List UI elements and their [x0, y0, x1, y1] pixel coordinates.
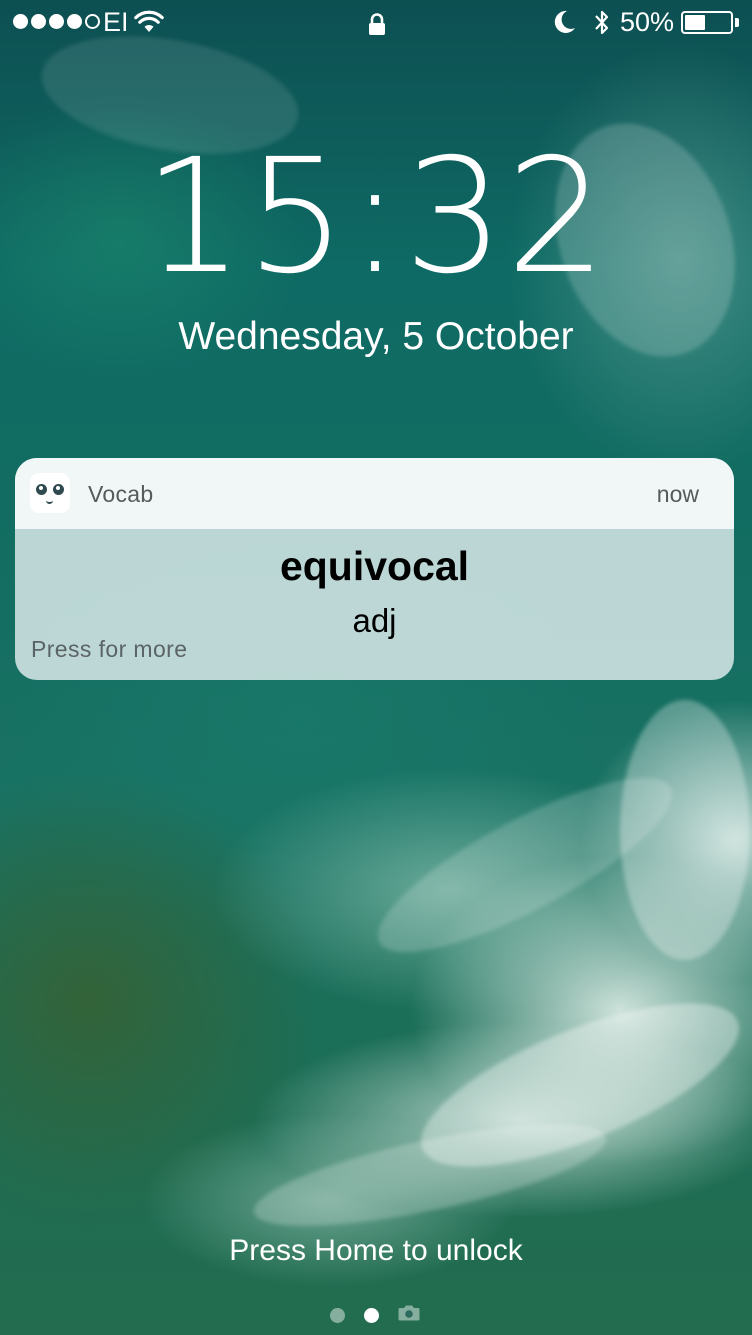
notification-body: adj [352, 602, 397, 639]
notification-action-hint: Press for more [31, 636, 188, 662]
wifi-icon [134, 10, 164, 41]
carrier-name: EI [103, 7, 129, 37]
page-dot[interactable] [330, 1307, 345, 1323]
notification-title: equivocal [279, 543, 470, 589]
battery-percent: 50% [620, 7, 675, 37]
battery-level [685, 15, 705, 30]
page-dot-active[interactable] [364, 1307, 379, 1323]
lock-icon [368, 12, 386, 43]
vocab-app-icon [30, 473, 70, 513]
lockscreen-time: 15:32 [143, 125, 609, 309]
notification-card[interactable]: Vocab now equivocal adj Press for more [15, 458, 734, 680]
notification-time: now [656, 481, 699, 507]
battery-tip [735, 18, 739, 27]
status-bar: EI 50% [0, 0, 752, 46]
lockscreen-date: Wednesday, 5 October [178, 315, 574, 358]
battery-icon [681, 11, 733, 34]
cellular-signal-icon [13, 14, 100, 29]
page-indicator[interactable] [330, 1304, 420, 1326]
unlock-hint: Press Home to unlock [229, 1234, 523, 1267]
bluetooth-icon [594, 9, 610, 43]
notification-header: Vocab now [15, 458, 734, 529]
camera-icon[interactable] [398, 1304, 420, 1326]
notification-app-name: Vocab [88, 481, 154, 507]
moon-icon [553, 9, 577, 42]
